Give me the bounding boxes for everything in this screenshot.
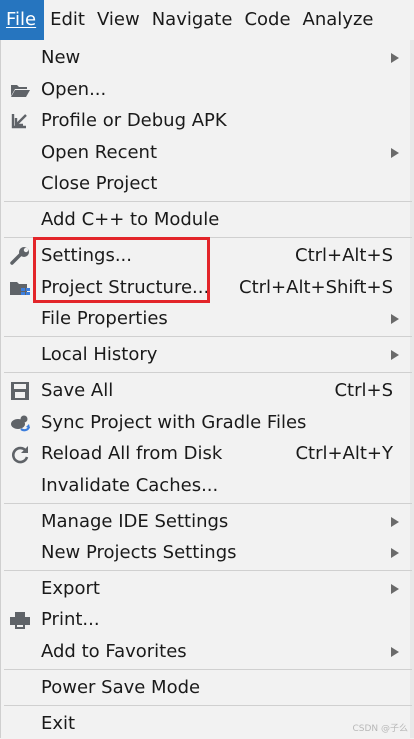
menu-item-label: File Properties [41, 308, 168, 329]
menu-item-save-all[interactable]: Save All Ctrl+S [0, 376, 412, 406]
menu-item-label: Sync Project with Gradle Files [41, 412, 307, 433]
menu-navigate[interactable]: Navigate [146, 0, 239, 40]
shortcut-text: Ctrl+S [334, 380, 393, 401]
menu-item-export[interactable]: Export [0, 574, 412, 604]
menu-item-manage-ide-settings[interactable]: Manage IDE Settings [0, 507, 412, 537]
folder-open-icon [11, 85, 30, 97]
menu-separator [4, 570, 412, 571]
menu-view[interactable]: View [91, 0, 146, 40]
menu-item-label: Open... [41, 79, 107, 100]
menu-separator [4, 372, 412, 373]
menu-item-label: Invalidate Caches... [41, 475, 219, 496]
submenu-arrow-icon [391, 517, 399, 527]
menu-item-open[interactable]: Open... [0, 75, 412, 105]
highlight-box [33, 237, 210, 303]
menu-bar: File Edit View Navigate Code Analyze [0, 0, 414, 40]
menu-item-close-project[interactable]: Close Project [0, 169, 412, 199]
menu-item-label: Manage IDE Settings [41, 511, 229, 532]
menu-item-label: Profile or Debug APK [41, 110, 227, 131]
menu-item-label: Save All [41, 380, 114, 401]
menu-item-print[interactable]: Print... [0, 605, 412, 635]
menu-separator [4, 201, 412, 202]
shortcut-text: Ctrl+Alt+S [295, 245, 393, 266]
menu-item-local-history[interactable]: Local History [0, 340, 412, 370]
menu-item-label: Power Save Mode [41, 677, 201, 698]
shortcut-text: Ctrl+Alt+Shift+S [239, 277, 393, 298]
menu-item-label: Open Recent [41, 142, 158, 163]
submenu-arrow-icon [391, 148, 399, 158]
menu-item-label: New Projects Settings [41, 542, 237, 563]
menu-item-new[interactable]: New [0, 43, 412, 73]
menu-item-label: Reload All from Disk [41, 443, 223, 464]
menu-item-invalidate-caches[interactable]: Invalidate Caches... [0, 471, 412, 501]
menu-separator [4, 669, 412, 670]
submenu-arrow-icon [391, 53, 399, 63]
menu-item-label: Print... [41, 609, 100, 630]
menu-item-label: Export [41, 578, 100, 599]
menu-item-profile-debug-apk[interactable]: Profile or Debug APK [0, 106, 412, 136]
menu-separator [4, 336, 412, 337]
menu-item-power-save-mode[interactable]: Power Save Mode [0, 673, 412, 703]
shortcut-text: Ctrl+Alt+Y [295, 443, 393, 464]
menu-item-add-to-favorites[interactable]: Add to Favorites [0, 637, 412, 667]
submenu-arrow-icon [391, 350, 399, 360]
menu-item-label: Exit [41, 713, 76, 734]
menu-item-reload-all[interactable]: Reload All from Disk Ctrl+Alt+Y [0, 439, 412, 469]
printer-icon [10, 612, 30, 629]
menu-item-label: Add C++ to Module [41, 209, 220, 230]
import-arrow-icon [11, 114, 27, 129]
menu-file[interactable]: File [0, 0, 45, 40]
menu-edit[interactable]: Edit [44, 0, 91, 40]
menu-separator [4, 503, 412, 504]
menu-analyze[interactable]: Analyze [297, 0, 380, 40]
menu-item-exit[interactable]: Exit [0, 709, 412, 739]
menu-item-open-recent[interactable]: Open Recent [0, 138, 412, 168]
submenu-arrow-icon [391, 314, 399, 324]
submenu-arrow-icon [391, 548, 399, 558]
menu-item-sync-gradle[interactable]: Sync Project with Gradle Files [0, 408, 412, 438]
menu-item-label: New [41, 47, 81, 68]
menu-item-file-properties[interactable]: File Properties [0, 304, 412, 334]
watermark-text: CSDN @子么 [352, 724, 408, 734]
menu-code[interactable]: Code [238, 0, 296, 40]
menu-item-label: Local History [41, 344, 158, 365]
menu-item-add-cpp[interactable]: Add C++ to Module [0, 205, 412, 235]
save-icon [11, 382, 29, 400]
menu-item-new-projects-settings[interactable]: New Projects Settings [0, 538, 412, 568]
menu-separator [4, 705, 412, 706]
submenu-arrow-icon [391, 647, 399, 657]
project-structure-icon [10, 282, 30, 295]
menu-item-label: Add to Favorites [41, 641, 187, 662]
wrench-icon [10, 247, 29, 265]
submenu-arrow-icon [391, 584, 399, 594]
menu-item-label: Close Project [41, 173, 158, 194]
gradle-sync-icon [11, 415, 31, 432]
reload-icon [12, 446, 29, 464]
